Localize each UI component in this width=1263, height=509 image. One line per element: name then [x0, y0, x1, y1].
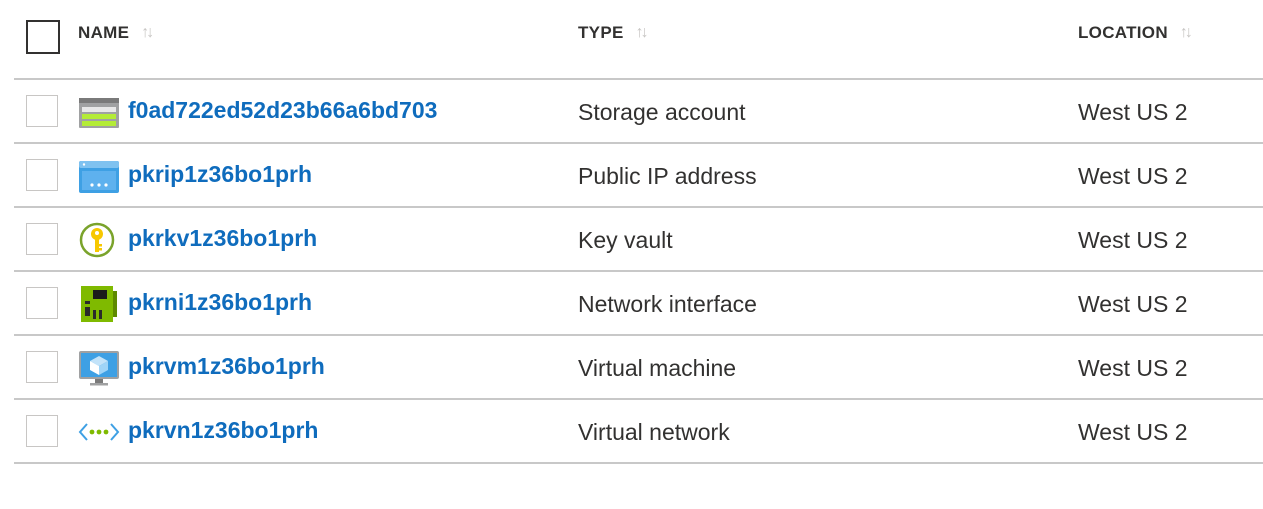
- table-row[interactable]: pkrkv1z36bo1prh Key vault West US 2: [14, 208, 1263, 272]
- resource-type: Key vault: [578, 227, 673, 253]
- column-header-location[interactable]: LOCATION ↑↓: [1078, 23, 1193, 43]
- resource-location: West US 2: [1078, 163, 1188, 189]
- table-row[interactable]: pkrip1z36bo1prh Public IP address West U…: [14, 144, 1263, 208]
- resource-location: West US 2: [1078, 99, 1188, 125]
- column-header-location-label: LOCATION: [1078, 23, 1168, 42]
- public-ip-icon: [79, 161, 119, 193]
- network-interface-icon: [81, 286, 117, 322]
- resource-name-link[interactable]: pkrvn1z36bo1prh: [128, 417, 318, 444]
- resource-grid: NAME ↑↓ TYPE ↑↓ LOCATION ↑↓ f0ad722ed52d…: [14, 0, 1263, 464]
- resource-name-link[interactable]: f0ad722ed52d23b66a6bd703: [128, 97, 437, 124]
- column-header-name-label: NAME: [78, 23, 130, 42]
- resource-type: Virtual machine: [578, 355, 737, 381]
- sort-icon[interactable]: ↑↓: [636, 24, 649, 42]
- storage-account-icon: [79, 98, 119, 128]
- sort-icon[interactable]: ↑↓: [1180, 24, 1193, 42]
- resource-type: Network interface: [578, 291, 757, 317]
- row-checkbox[interactable]: [26, 159, 58, 191]
- row-checkbox[interactable]: [26, 95, 58, 127]
- resource-location: West US 2: [1078, 291, 1188, 317]
- row-checkbox[interactable]: [26, 351, 58, 383]
- row-checkbox[interactable]: [26, 287, 58, 319]
- select-all-checkbox[interactable]: [26, 20, 60, 54]
- row-checkbox[interactable]: [26, 415, 58, 447]
- resource-location: West US 2: [1078, 227, 1188, 253]
- virtual-machine-icon: [79, 351, 119, 386]
- key-vault-icon: [79, 222, 115, 258]
- resource-type: Virtual network: [578, 419, 730, 445]
- resource-type: Public IP address: [578, 163, 757, 189]
- table-row[interactable]: pkrvn1z36bo1prh Virtual network West US …: [14, 400, 1263, 464]
- sort-icon[interactable]: ↑↓: [141, 24, 154, 42]
- grid-header: NAME ↑↓ TYPE ↑↓ LOCATION ↑↓: [14, 0, 1263, 80]
- resource-type: Storage account: [578, 99, 746, 125]
- table-row[interactable]: pkrvm1z36bo1prh Virtual machine West US …: [14, 336, 1263, 400]
- row-checkbox[interactable]: [26, 223, 58, 255]
- resource-name-link[interactable]: pkrip1z36bo1prh: [128, 161, 312, 188]
- table-row[interactable]: pkrni1z36bo1prh Network interface West U…: [14, 272, 1263, 336]
- resource-name-link[interactable]: pkrni1z36bo1prh: [128, 289, 312, 316]
- virtual-network-icon: [78, 423, 120, 441]
- column-header-type-label: TYPE: [578, 23, 624, 42]
- resource-name-link[interactable]: pkrkv1z36bo1prh: [128, 225, 317, 252]
- resource-name-link[interactable]: pkrvm1z36bo1prh: [128, 353, 325, 380]
- table-row[interactable]: f0ad722ed52d23b66a6bd703 Storage account…: [14, 80, 1263, 144]
- resource-location: West US 2: [1078, 419, 1188, 445]
- column-header-name[interactable]: NAME ↑↓: [78, 23, 154, 43]
- resource-location: West US 2: [1078, 355, 1188, 381]
- column-header-type[interactable]: TYPE ↑↓: [578, 23, 649, 43]
